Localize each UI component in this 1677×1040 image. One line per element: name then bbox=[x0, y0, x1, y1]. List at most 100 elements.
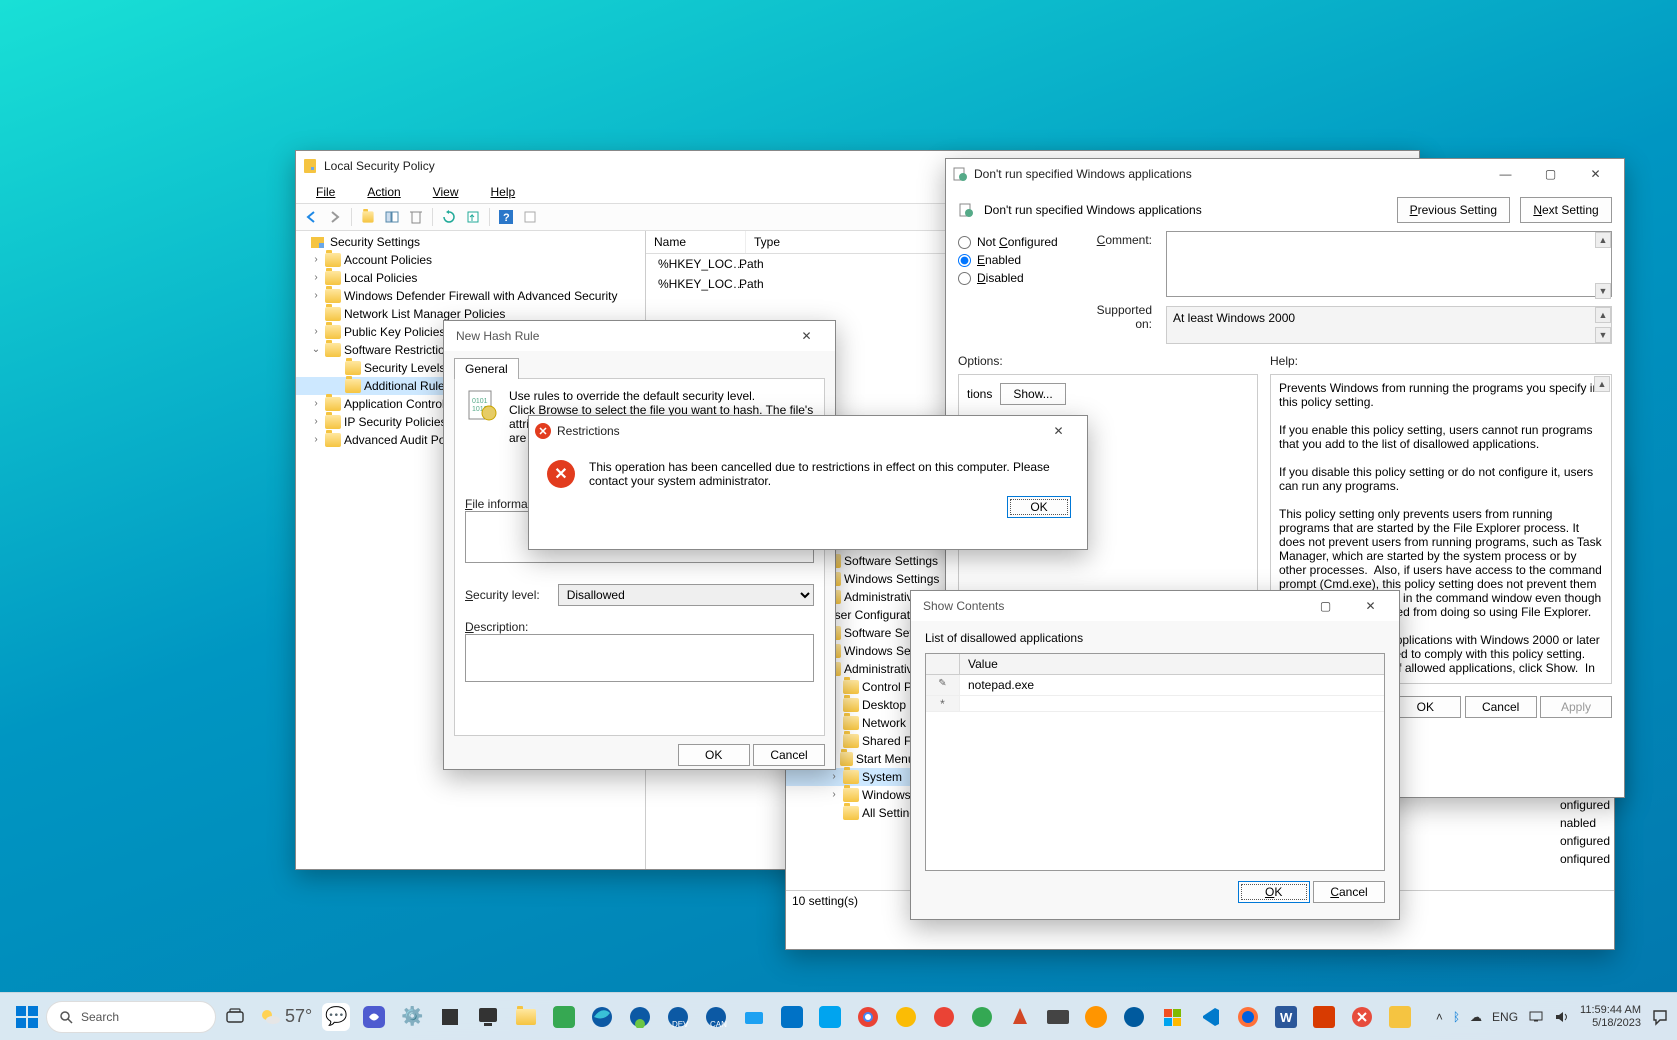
scroll-up[interactable]: ▲ bbox=[1595, 232, 1611, 248]
menu-action[interactable]: Action bbox=[351, 183, 416, 201]
help-button[interactable]: ? bbox=[495, 206, 517, 228]
ok-button[interactable]: OK bbox=[1238, 881, 1310, 903]
comment-field[interactable] bbox=[1166, 231, 1612, 297]
description-field[interactable] bbox=[465, 634, 814, 682]
close-button[interactable]: ✕ bbox=[784, 321, 829, 351]
file-explorer-icon[interactable] bbox=[512, 1003, 540, 1031]
restrictions-titlebar[interactable]: ✕ Restrictions ✕ bbox=[529, 416, 1087, 446]
start-button[interactable] bbox=[13, 1003, 41, 1031]
showcontents-titlebar[interactable]: Show Contents ▢ ✕ bbox=[911, 591, 1399, 621]
word-icon[interactable]: W bbox=[1272, 1003, 1300, 1031]
cancel-button[interactable]: Cancel bbox=[1465, 696, 1537, 718]
app-icon[interactable] bbox=[1386, 1003, 1414, 1031]
table-row[interactable]: ✎ notepad.exe bbox=[926, 675, 1384, 696]
close-button[interactable]: ✕ bbox=[1573, 159, 1618, 189]
properties-button[interactable] bbox=[519, 206, 541, 228]
tree-addrules[interactable]: Additional Rules bbox=[364, 377, 451, 395]
forward-button[interactable] bbox=[324, 206, 346, 228]
app-icon[interactable] bbox=[1348, 1003, 1376, 1031]
language-indicator[interactable]: ENG bbox=[1492, 1010, 1518, 1024]
prev-setting-button[interactable]: Previous Setting bbox=[1397, 197, 1510, 223]
app-icon[interactable]: DEV bbox=[664, 1003, 692, 1031]
delete-button[interactable] bbox=[405, 206, 427, 228]
clock[interactable]: 11:59:44 AM 5/18/2023 bbox=[1580, 1004, 1641, 1030]
app-icon[interactable] bbox=[1120, 1003, 1148, 1031]
app-icon[interactable] bbox=[892, 1003, 920, 1031]
app-icon[interactable] bbox=[1006, 1003, 1034, 1031]
ok-button[interactable]: OK bbox=[1007, 496, 1071, 518]
chrome-icon[interactable] bbox=[854, 1003, 882, 1031]
hashrule-titlebar[interactable]: New Hash Rule ✕ bbox=[444, 321, 835, 351]
tree-firewall[interactable]: Windows Defender Firewall with Advanced … bbox=[344, 287, 617, 305]
app-icon[interactable]: CAN bbox=[702, 1003, 730, 1031]
weather-widget[interactable]: 57° bbox=[259, 1003, 312, 1031]
app-icon[interactable] bbox=[1310, 1003, 1338, 1031]
next-setting-button[interactable]: Next Setting bbox=[1520, 197, 1612, 223]
app-icon[interactable] bbox=[626, 1003, 654, 1031]
scroll-up[interactable]: ▲ bbox=[1594, 376, 1610, 392]
app-icon[interactable] bbox=[1044, 1003, 1072, 1031]
app-icon[interactable] bbox=[1082, 1003, 1110, 1031]
security-level-select[interactable]: Disallowed bbox=[558, 584, 814, 606]
edge-icon[interactable] bbox=[588, 1003, 616, 1031]
table-row-new[interactable]: * bbox=[926, 696, 1384, 712]
app-icon[interactable] bbox=[1158, 1003, 1186, 1031]
vscode-icon[interactable] bbox=[1196, 1003, 1224, 1031]
scroll-down[interactable]: ▼ bbox=[1595, 283, 1611, 299]
tree-root[interactable]: Security Settings bbox=[330, 233, 420, 251]
cancel-button[interactable]: Cancel bbox=[753, 744, 825, 766]
scroll-down[interactable]: ▼ bbox=[1595, 327, 1611, 343]
app-icon[interactable] bbox=[968, 1003, 996, 1031]
taskbar[interactable]: Search 57° 💬 ⚙️ DEV CAN W ˄ ᛒ ☁ ENG 11:5… bbox=[0, 992, 1677, 1040]
show-button[interactable]: Show... bbox=[1000, 383, 1065, 405]
ok-button[interactable]: OK bbox=[1389, 696, 1461, 718]
close-button[interactable]: ✕ bbox=[1348, 591, 1393, 621]
app-icon[interactable] bbox=[740, 1003, 768, 1031]
app-icon[interactable]: 💬 bbox=[322, 1003, 350, 1031]
bluetooth-icon[interactable]: ᛒ bbox=[1453, 1010, 1460, 1024]
ok-button[interactable]: OK bbox=[678, 744, 750, 766]
app-icon[interactable] bbox=[816, 1003, 844, 1031]
policy-titlebar[interactable]: Don't run specified Windows applications… bbox=[946, 159, 1624, 189]
menu-help[interactable]: Help bbox=[475, 183, 532, 201]
export-button[interactable] bbox=[462, 206, 484, 228]
tree-seclevels[interactable]: Security Levels bbox=[364, 359, 445, 377]
app-icon[interactable] bbox=[550, 1003, 578, 1031]
minimize-button[interactable]: — bbox=[1483, 159, 1528, 189]
tab-general[interactable]: General bbox=[454, 358, 519, 379]
taskbar-search[interactable]: Search bbox=[46, 1001, 216, 1033]
app-icon[interactable] bbox=[360, 1003, 388, 1031]
radio-not-configured[interactable]: Not Configured bbox=[958, 235, 1068, 249]
volume-icon[interactable] bbox=[1554, 1009, 1570, 1025]
refresh-button[interactable] bbox=[438, 206, 460, 228]
tree-pubkey[interactable]: Public Key Policies bbox=[344, 323, 445, 341]
firefox-icon[interactable] bbox=[1234, 1003, 1262, 1031]
app-icon[interactable] bbox=[436, 1003, 464, 1031]
app-icon[interactable] bbox=[778, 1003, 806, 1031]
show-hide-tree-button[interactable] bbox=[381, 206, 403, 228]
maximize-button[interactable]: ▢ bbox=[1528, 159, 1573, 189]
scroll-up[interactable]: ▲ bbox=[1595, 307, 1611, 323]
app-icon[interactable] bbox=[930, 1003, 958, 1031]
maximize-button[interactable]: ▢ bbox=[1303, 591, 1348, 621]
system-tray[interactable]: ˄ ᛒ ☁ ENG 11:59:44 AM 5/18/2023 bbox=[1436, 1004, 1669, 1030]
col-name[interactable]: Name bbox=[646, 231, 746, 253]
cancel-button[interactable]: Cancel bbox=[1313, 881, 1385, 903]
close-button[interactable]: ✕ bbox=[1036, 416, 1081, 446]
back-button[interactable] bbox=[300, 206, 322, 228]
menu-file[interactable]: File bbox=[300, 183, 351, 201]
radio-disabled[interactable]: Disabled bbox=[958, 271, 1068, 285]
up-button[interactable] bbox=[357, 206, 379, 228]
app-icon[interactable]: ⚙️ bbox=[398, 1003, 426, 1031]
taskview-button[interactable] bbox=[221, 1003, 249, 1031]
menu-view[interactable]: View bbox=[417, 183, 475, 201]
tree-local-policies[interactable]: Local Policies bbox=[344, 269, 417, 287]
onedrive-icon[interactable]: ☁ bbox=[1470, 1010, 1482, 1024]
network-icon[interactable] bbox=[1528, 1009, 1544, 1025]
tree-account-policies[interactable]: Account Policies bbox=[344, 251, 432, 269]
notifications-icon[interactable] bbox=[1651, 1008, 1669, 1026]
app-icon[interactable] bbox=[474, 1003, 502, 1031]
col-value[interactable]: Value bbox=[960, 654, 1384, 674]
tray-chevron-icon[interactable]: ˄ bbox=[1436, 1010, 1443, 1024]
radio-enabled[interactable]: Enabled bbox=[958, 253, 1068, 267]
